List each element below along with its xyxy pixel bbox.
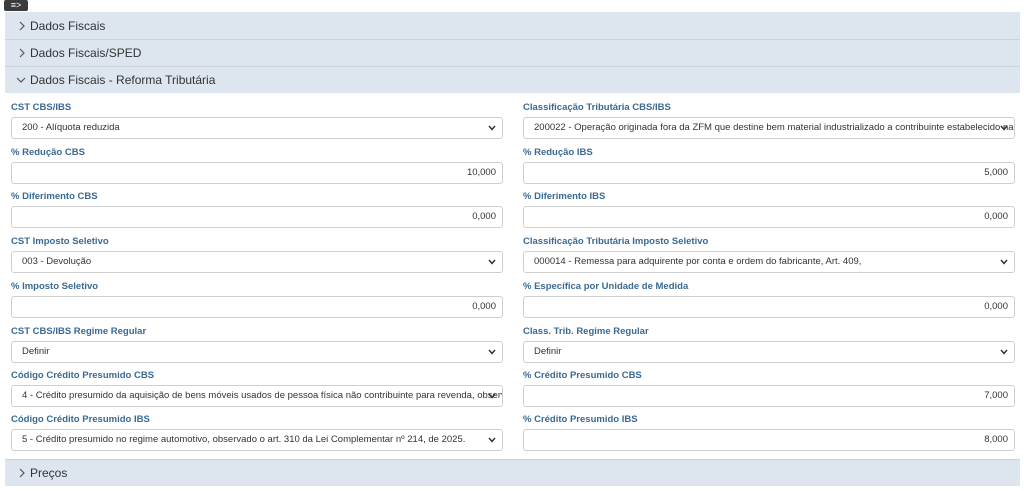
diferimento-ibs-field: % Diferimento IBS 0,000	[523, 191, 1015, 228]
chevron-down-icon	[488, 437, 496, 443]
select-value: Definir	[22, 346, 50, 357]
select-value: 5 - Crédito presumido no regime automoti…	[22, 434, 466, 445]
field-label: Código Crédito Presumido IBS	[11, 414, 150, 425]
field-label: Código Crédito Presumido CBS	[11, 370, 155, 381]
cod-credito-cbs-select[interactable]: 4 - Crédito presumido da aquisição de be…	[11, 385, 503, 407]
class-regime-regular-field: Class. Trib. Regime Regular Definir	[523, 326, 1015, 363]
section-dados-fiscais-sped[interactable]: Dados Fiscais/SPED	[5, 39, 1020, 66]
field-label: CST CBS/IBS Regime Regular	[11, 326, 147, 337]
especifica-unidade-field: % Específica por Unidade de Medida 0,000	[523, 281, 1015, 318]
section-title: Dados Fiscais/SPED	[30, 46, 142, 60]
class-trib-imposto-seletivo-field: Classificação Tributária Imposto Seletiv…	[523, 236, 1015, 273]
diferimento-ibs-input[interactable]: 0,000	[523, 206, 1015, 228]
field-label: Class. Trib. Regime Regular	[523, 326, 649, 337]
cod-credito-ibs-select[interactable]: 5 - Crédito presumido no regime automoti…	[11, 429, 503, 451]
class-trib-imposto-seletivo-select[interactable]: 000014 - Remessa para adquirente por con…	[523, 251, 1015, 273]
chevron-down-icon	[488, 125, 496, 131]
class-trib-cbs-ibs-select[interactable]: 200022 - Operação originada fora da ZFM …	[523, 117, 1015, 139]
especifica-unidade-input[interactable]: 0,000	[523, 296, 1015, 318]
select-value: 000014 - Remessa para adquirente por con…	[534, 256, 862, 267]
reducao-ibs-field: % Redução IBS 5,000	[523, 147, 1015, 184]
field-label: % Redução IBS	[523, 147, 593, 158]
chevron-right-icon	[17, 466, 27, 480]
field-label: % Diferimento CBS	[11, 191, 98, 202]
credito-ibs-field: % Crédito Presumido IBS 8,000	[523, 414, 1015, 451]
chevron-down-icon	[488, 393, 496, 399]
field-label: % Crédito Presumido CBS	[523, 370, 642, 381]
select-value: 4 - Crédito presumido da aquisição de be…	[22, 390, 503, 401]
section-title: Preços	[30, 466, 68, 480]
cod-credito-ibs-field: Código Crédito Presumido IBS 5 - Crédito…	[11, 414, 503, 451]
class-trib-cbs-ibs-field: Classificação Tributária CBS/IBS 200022 …	[523, 102, 1015, 139]
cst-regime-regular-select[interactable]: Definir	[11, 341, 503, 363]
select-value: Definir	[534, 346, 562, 357]
credito-cbs-input[interactable]: 7,000	[523, 385, 1015, 407]
reducao-cbs-input[interactable]: 10,000	[11, 162, 503, 184]
select-value: 200022 - Operação originada fora da ZFM …	[534, 122, 1015, 133]
chevron-down-icon	[488, 259, 496, 265]
section-title: Dados Fiscais	[30, 18, 106, 33]
cst-regime-regular-field: CST CBS/IBS Regime Regular Definir	[11, 326, 503, 363]
chevron-down-icon	[1000, 259, 1008, 265]
chevron-down-icon	[1000, 349, 1008, 355]
select-value: 200 - Alíquota reduzida	[22, 122, 120, 133]
section-dados-fiscais[interactable]: Dados Fiscais	[5, 12, 1020, 39]
imposto-seletivo-field: % Imposto Seletivo 0,000	[11, 281, 503, 318]
imposto-seletivo-input[interactable]: 0,000	[11, 296, 503, 318]
reducao-cbs-field: % Redução CBS 10,000	[11, 147, 503, 184]
cst-cbs-ibs-select[interactable]: 200 - Alíquota reduzida	[11, 117, 503, 139]
diferimento-cbs-input[interactable]: 0,000	[11, 206, 503, 228]
sidebar-toggle-button[interactable]: ≡>	[4, 0, 28, 11]
reforma-tributaria-panel: CST CBS/IBS 200 - Alíquota reduzida Clas…	[5, 93, 1020, 459]
field-label: % Imposto Seletivo	[11, 281, 99, 292]
diferimento-cbs-field: % Diferimento CBS 0,000	[11, 191, 503, 228]
field-label: CST Imposto Seletivo	[11, 236, 109, 247]
field-label: % Diferimento IBS	[523, 191, 606, 202]
product-form: Dados Fiscais Dados Fiscais/SPED Dados F…	[5, 12, 1020, 486]
chevron-right-icon	[17, 46, 27, 60]
field-label: CST CBS/IBS	[11, 102, 72, 113]
cst-imposto-seletivo-field: CST Imposto Seletivo 003 - Devolução	[11, 236, 503, 273]
field-label: % Crédito Presumido IBS	[523, 414, 638, 425]
section-title: Dados Fiscais - Reforma Tributária	[30, 73, 216, 87]
field-label: Classificação Tributária CBS/IBS	[523, 102, 671, 113]
section-precos[interactable]: Preços	[5, 459, 1020, 486]
field-label: % Redução CBS	[11, 147, 85, 158]
cod-credito-cbs-field: Código Crédito Presumido CBS 4 - Crédito…	[11, 370, 503, 407]
credito-cbs-field: % Crédito Presumido CBS 7,000	[523, 370, 1015, 407]
class-regime-regular-select[interactable]: Definir	[523, 341, 1015, 363]
cst-imposto-seletivo-select[interactable]: 003 - Devolução	[11, 251, 503, 273]
cst-cbs-ibs-field: CST CBS/IBS 200 - Alíquota reduzida	[11, 102, 503, 139]
field-label: % Específica por Unidade de Medida	[523, 281, 689, 292]
chevron-down-icon	[1000, 125, 1008, 131]
section-reforma-tributaria[interactable]: Dados Fiscais - Reforma Tributária	[5, 66, 1020, 93]
chevron-down-icon	[15, 73, 27, 87]
field-label: Classificação Tributária Imposto Seletiv…	[523, 236, 709, 247]
chevron-right-icon	[17, 19, 27, 33]
menu-toggle-icon: ≡>	[10, 0, 22, 10]
reducao-ibs-input[interactable]: 5,000	[523, 162, 1015, 184]
select-value: 003 - Devolução	[22, 256, 92, 267]
chevron-down-icon	[488, 349, 496, 355]
credito-ibs-input[interactable]: 8,000	[523, 429, 1015, 451]
